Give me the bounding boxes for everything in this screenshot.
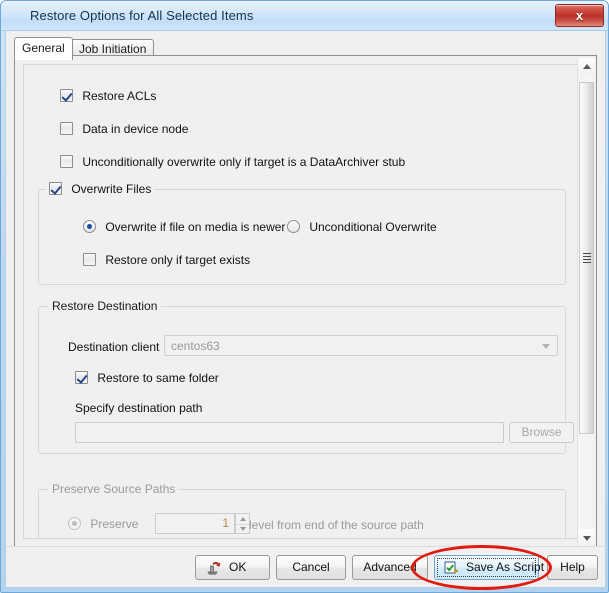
checkbox-restore-only-if-target-exists-label: Restore only if target exists: [105, 253, 251, 267]
checkbox-data-in-device-node-box[interactable]: [60, 122, 73, 135]
cancel-button[interactable]: Cancel: [276, 555, 346, 580]
scroll-down-arrow-icon: [582, 535, 591, 541]
window-title: Restore Options for All Selected Items: [30, 8, 254, 23]
save-script-icon: [444, 560, 459, 575]
checkbox-restore-acls[interactable]: Restore ACLs: [60, 89, 156, 103]
save-as-script-button-label: Save As Script: [466, 560, 545, 574]
restore-options-dialog: Restore Options for All Selected Items x…: [0, 0, 609, 593]
save-as-script-button[interactable]: Save As Script: [434, 555, 544, 580]
tab-page-general: Restore ACLs Data in device node Uncondi…: [14, 55, 597, 547]
scroll-up-button[interactable]: [578, 58, 595, 75]
stepper-down-icon[interactable]: [236, 523, 249, 534]
tab-general-label: General: [22, 41, 65, 55]
checkbox-overwrite-files-label: Overwrite Files: [71, 182, 152, 196]
checkbox-unconditional-stub-overwrite-box[interactable]: [60, 155, 73, 168]
help-button[interactable]: Help: [547, 555, 598, 580]
advanced-button[interactable]: Advanced: [352, 555, 428, 580]
checkbox-restore-to-same-folder[interactable]: Restore to same folder: [75, 371, 219, 385]
browse-button[interactable]: Browse: [509, 422, 574, 443]
radio-unconditional-overwrite-button[interactable]: [287, 220, 300, 233]
chevron-down-icon[interactable]: [542, 343, 550, 349]
scroll-up-arrow-icon: [582, 63, 591, 69]
tab-job-initiation-label: Job Initiation: [79, 42, 147, 56]
radio-preserve-button[interactable]: [68, 517, 81, 530]
group-restore-destination: Restore Destination Destination client c…: [38, 299, 574, 454]
preserve-level-stepper[interactable]: [235, 513, 250, 534]
checkbox-data-in-device-node[interactable]: Data in device node: [60, 122, 188, 136]
checkbox-data-in-device-node-label: Data in device node: [82, 122, 189, 136]
scroll-down-button[interactable]: [578, 529, 595, 546]
checkbox-unconditional-stub-overwrite[interactable]: Unconditionally overwrite only if target…: [60, 155, 405, 169]
radio-unconditional-overwrite-label: Unconditional Overwrite: [309, 220, 437, 234]
checkbox-unconditional-stub-overwrite-label: Unconditionally overwrite only if target…: [82, 155, 406, 169]
help-button-label: Help: [560, 560, 585, 574]
radio-overwrite-if-newer-label: Overwrite if file on media is newer: [105, 220, 286, 234]
checkbox-restore-acls-label: Restore ACLs: [82, 89, 157, 103]
browse-button-label: Browse: [521, 425, 562, 439]
checkbox-restore-to-same-folder-box[interactable]: [75, 371, 88, 384]
group-overwrite-files: Overwrite Files Overwrite if file on med…: [38, 182, 566, 285]
preserve-level-value: 1: [222, 516, 229, 530]
ok-button[interactable]: OK: [195, 555, 270, 580]
cancel-button-label: Cancel: [292, 560, 330, 574]
checkbox-restore-acls-box[interactable]: [60, 89, 73, 102]
destination-client-value: centos63: [171, 339, 220, 353]
ok-button-label: OK: [229, 560, 247, 574]
scrollbar-thumb-grip-icon: [583, 253, 591, 263]
checkbox-restore-to-same-folder-label: Restore to same folder: [97, 371, 219, 385]
radio-preserve-label: Preserve: [90, 517, 139, 531]
preserve-level-input[interactable]: 1: [155, 513, 235, 534]
group-overwrite-files-caption[interactable]: Overwrite Files: [46, 182, 155, 196]
restore-ok-icon: [206, 560, 222, 576]
checkbox-overwrite-files-box[interactable]: [49, 182, 62, 195]
radio-overwrite-if-newer-button[interactable]: [83, 220, 96, 233]
preserve-level-suffix-label: level from end of the source path: [249, 518, 424, 532]
dialog-button-bar: OK Cancel Advanced Save As Script Help: [6, 547, 605, 587]
stepper-up-icon[interactable]: [236, 514, 249, 524]
specify-destination-path-label: Specify destination path: [75, 401, 203, 415]
options-scroll-panel: Restore ACLs Data in device node Uncondi…: [23, 64, 581, 539]
scrollbar-thumb[interactable]: [579, 82, 594, 434]
destination-path-input[interactable]: [75, 422, 504, 443]
checkbox-restore-only-if-target-exists[interactable]: Restore only if target exists: [83, 253, 250, 267]
group-preserve-source-paths-caption: Preserve Source Paths: [48, 482, 180, 496]
destination-client-label: Destination client: [68, 340, 160, 354]
radio-unconditional-overwrite[interactable]: Unconditional Overwrite: [287, 220, 437, 234]
title-bar: Restore Options for All Selected Items x: [1, 1, 608, 31]
dialog-client-area: General Job Initiation Restore ACLs Data…: [5, 31, 606, 588]
close-button[interactable]: x: [555, 4, 604, 27]
checkbox-restore-only-if-target-exists-box[interactable]: [83, 253, 96, 266]
group-preserve-source-paths: Preserve Source Paths Preserve 1 level f…: [38, 482, 566, 538]
radio-preserve[interactable]: Preserve: [68, 517, 138, 531]
group-restore-destination-caption: Restore Destination: [48, 299, 162, 313]
options-scrollbar[interactable]: [577, 58, 595, 546]
close-icon: x: [575, 8, 584, 23]
radio-overwrite-if-newer[interactable]: Overwrite if file on media is newer: [83, 220, 285, 234]
tab-general[interactable]: General: [14, 37, 73, 60]
advanced-button-label: Advanced: [363, 560, 417, 574]
destination-client-combo[interactable]: centos63: [164, 335, 558, 356]
